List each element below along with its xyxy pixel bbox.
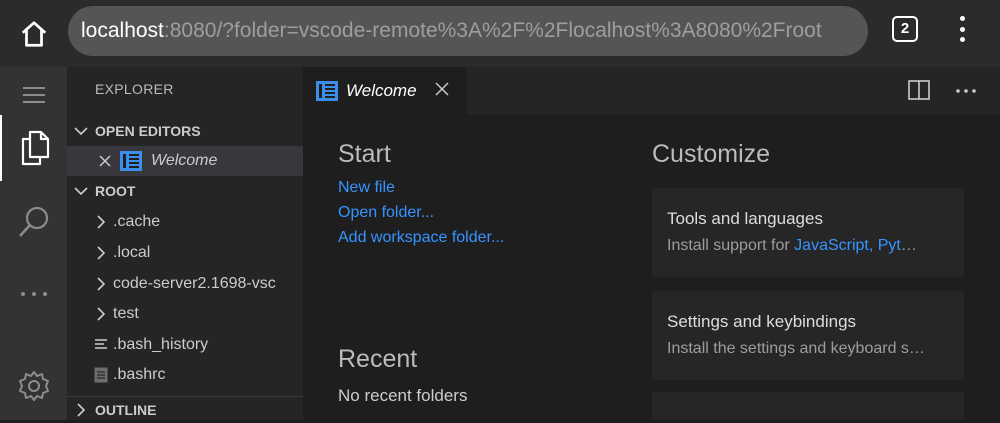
address-bar[interactable]: localhost:8080/?folder=vscode-remote%3A%…: [68, 6, 868, 56]
tabs-icon[interactable]: 2: [892, 16, 918, 42]
card-title: Settings and keybindings: [667, 312, 857, 331]
files-icon[interactable]: [0, 115, 67, 181]
split-editor-icon[interactable]: [908, 80, 930, 105]
start-heading: Start: [338, 140, 391, 168]
browser-toolbar: localhost:8080/?folder=vscode-remote%3A%…: [0, 0, 1000, 67]
sidebar-title: EXPLORER: [95, 81, 174, 97]
section-root[interactable]: ROOT: [67, 177, 303, 204]
close-icon[interactable]: [435, 79, 449, 102]
no-recent-text: No recent folders: [338, 386, 468, 405]
text-file-icon: [89, 339, 113, 351]
card-description: Install support for JavaScript, Pyt…: [667, 237, 917, 254]
section-label: OPEN EDITORS: [95, 122, 201, 139]
activity-bar: [0, 67, 67, 420]
url-path: :8080/?folder=vscode-remote%3A%2F%2Floca…: [163, 19, 822, 42]
section-outline[interactable]: OUTLINE: [67, 396, 303, 423]
chevron-down-icon: [67, 186, 95, 196]
card-title: Tools and languages: [667, 209, 823, 228]
tools-languages-card[interactable]: Tools and languages Install support for …: [652, 188, 964, 277]
file-tree-item[interactable]: .bashrc: [67, 360, 303, 390]
chevron-right-icon: [89, 246, 113, 260]
chevron-right-icon: [89, 307, 113, 321]
gear-icon[interactable]: [0, 365, 67, 407]
file-tree-label: test: [113, 305, 139, 322]
settings-keybindings-card[interactable]: Settings and keybindings Install the set…: [652, 291, 964, 380]
welcome-icon: [117, 151, 145, 171]
tab-label: Welcome: [346, 80, 417, 100]
open-editor-item[interactable]: Welcome: [67, 146, 303, 176]
file-tree-label: code-server2.1698-vsc: [113, 275, 276, 292]
more-icon[interactable]: [0, 277, 67, 311]
section-label: OUTLINE: [95, 402, 157, 418]
open-folder-link[interactable]: Open folder...: [338, 204, 434, 222]
customize-card-partial[interactable]: [652, 392, 964, 420]
add-workspace-folder-link[interactable]: Add workspace folder...: [338, 229, 504, 247]
recent-heading: Recent: [338, 345, 418, 373]
config-file-icon: [89, 367, 113, 383]
file-tree-label: .bashrc: [113, 366, 166, 383]
chevron-right-icon: [67, 403, 95, 417]
section-open-editors[interactable]: OPEN EDITORS: [67, 117, 303, 144]
file-tree-item[interactable]: code-server2.1698-vsc: [67, 269, 303, 299]
url-host: localhost: [81, 19, 164, 42]
explorer-sidebar: EXPLORER OPEN EDITORS Welcome ROOT .cach…: [67, 67, 303, 420]
welcome-icon: [316, 80, 338, 101]
close-icon[interactable]: [93, 155, 117, 167]
languages-link[interactable]: JavaScript, Pyt: [794, 237, 901, 254]
open-editor-label: Welcome: [151, 152, 218, 169]
home-icon[interactable]: [14, 14, 54, 54]
file-tree-item[interactable]: .local: [67, 238, 303, 268]
chevron-right-icon: [89, 215, 113, 229]
tab-welcome[interactable]: Welcome: [303, 67, 467, 114]
editor-tab-bar: Welcome: [303, 67, 1000, 114]
card-description: Install the settings and keyboard s…: [667, 340, 925, 357]
file-tree-item[interactable]: .bash_history: [67, 330, 303, 360]
section-label: ROOT: [95, 182, 136, 199]
customize-heading: Customize: [652, 140, 771, 168]
chevron-right-icon: [89, 277, 113, 291]
chevron-down-icon: [67, 126, 95, 136]
new-file-link[interactable]: New file: [338, 179, 395, 197]
file-tree-item[interactable]: .cache: [67, 207, 303, 237]
search-icon[interactable]: [0, 200, 67, 244]
menu-icon[interactable]: [0, 75, 67, 115]
more-actions-icon[interactable]: [955, 78, 977, 99]
file-tree-label: .bash_history: [113, 336, 209, 353]
more-vert-icon[interactable]: [952, 12, 972, 46]
file-tree-label: .cache: [113, 213, 161, 230]
file-tree-label: .local: [113, 244, 151, 261]
file-tree-item[interactable]: test: [67, 299, 303, 329]
